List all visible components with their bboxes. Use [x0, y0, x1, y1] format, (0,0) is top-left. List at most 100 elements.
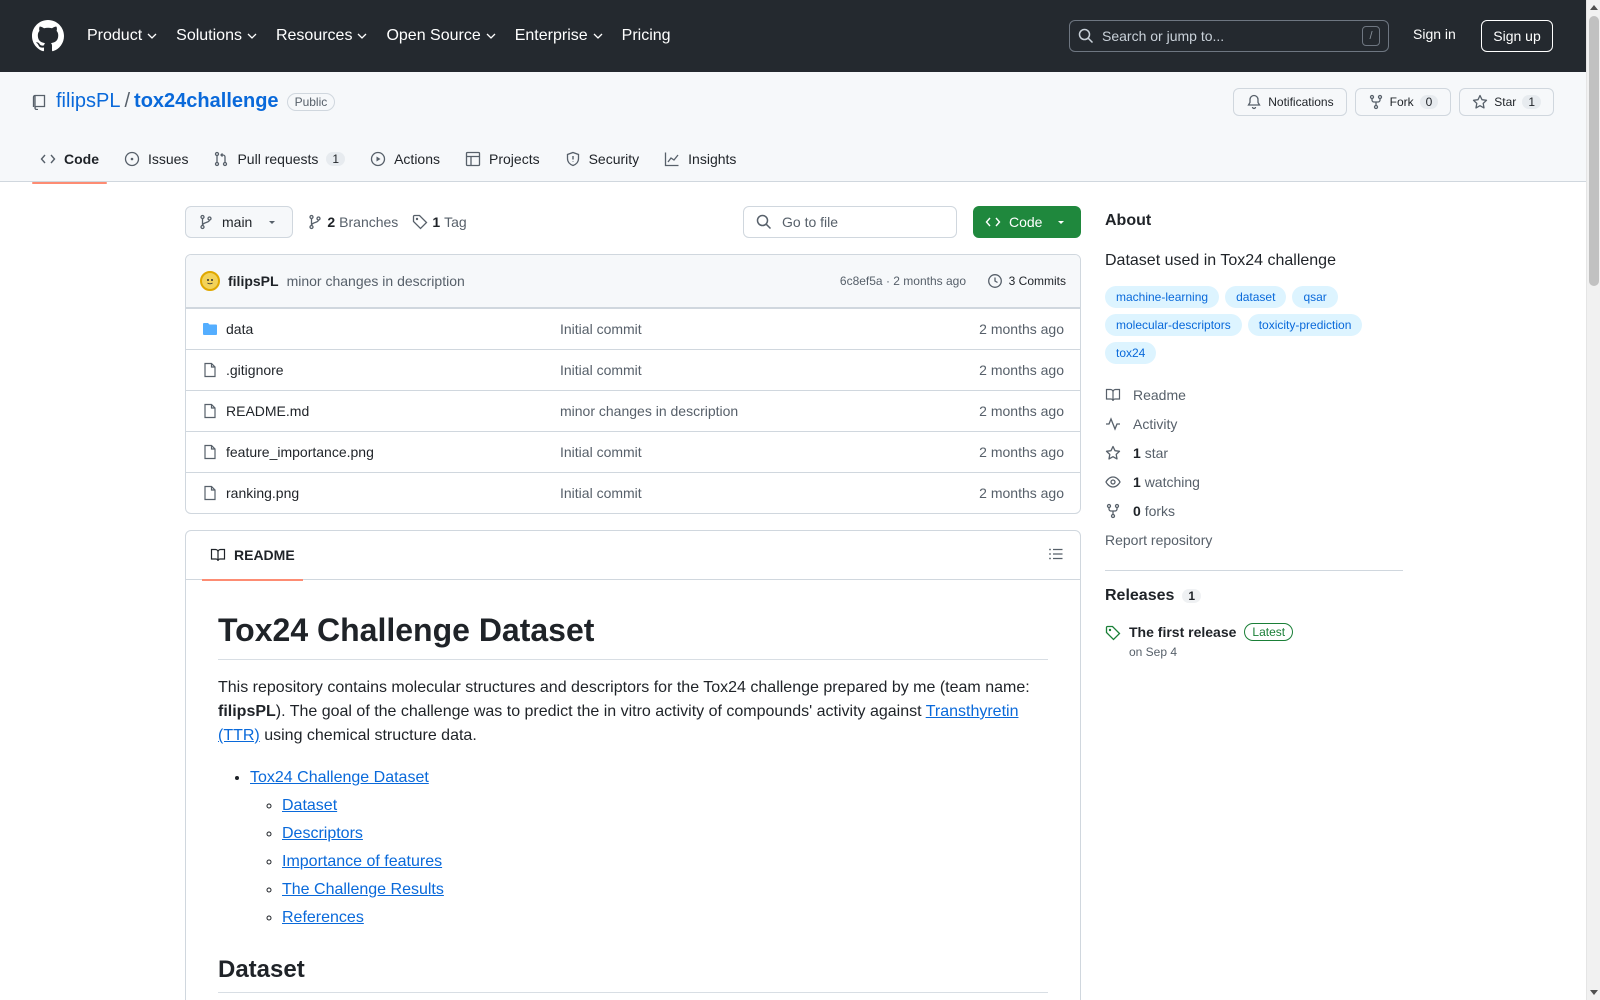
release-info: The first release Latest on Sep 4: [1129, 623, 1294, 659]
readme-link[interactable]: Readme: [1105, 380, 1403, 409]
watchers-link[interactable]: 1 watching: [1105, 467, 1403, 496]
notifications-button[interactable]: Notifications: [1233, 88, 1347, 116]
file-name-link[interactable]: data: [226, 321, 253, 337]
tab-projects-label: Projects: [489, 151, 540, 167]
toc-link-references[interactable]: References: [282, 909, 364, 926]
nav-solutions[interactable]: Solutions: [176, 27, 257, 45]
scroll-down-arrow-icon[interactable]: [1590, 990, 1598, 995]
repo-name-link[interactable]: tox24challenge: [134, 90, 279, 113]
nav-product[interactable]: Product: [87, 27, 157, 45]
topic-tag[interactable]: qsar: [1292, 286, 1338, 308]
branches-link[interactable]: 2 Branches: [307, 214, 398, 230]
toc-link-dataset[interactable]: Dataset: [282, 797, 337, 814]
tab-pull-requests[interactable]: Pull requests 1: [205, 135, 353, 183]
stars-link[interactable]: 1 star: [1105, 438, 1403, 467]
tab-security-label: Security: [588, 151, 640, 167]
tab-code[interactable]: Code: [32, 135, 107, 184]
tab-security[interactable]: Security: [557, 135, 648, 183]
nav-resources-label: Resources: [275, 27, 353, 44]
fork-button[interactable]: Fork 0: [1354, 88, 1452, 116]
release-date: on Sep 4: [1129, 645, 1178, 659]
tab-actions[interactable]: Actions: [362, 135, 448, 183]
scrollbar-thumb[interactable]: [1589, 16, 1599, 286]
file-row[interactable]: feature_importance.png Initial commit 2 …: [186, 431, 1080, 472]
nav-pricing[interactable]: Pricing: [622, 27, 671, 45]
toc-link-results[interactable]: The Challenge Results: [282, 881, 444, 898]
file-name-link[interactable]: .gitignore: [226, 362, 284, 378]
file-row[interactable]: README.md minor changes in description 2…: [186, 390, 1080, 431]
repo-owner-link[interactable]: filipsPL: [56, 90, 120, 113]
commit-message-link[interactable]: minor changes in description: [287, 273, 465, 289]
global-search-input[interactable]: Search or jump to... /: [1069, 20, 1389, 52]
file-commit-message[interactable]: Initial commit: [560, 444, 642, 460]
sign-in-link[interactable]: Sign in: [1413, 26, 1456, 42]
topic-tag[interactable]: machine-learning: [1105, 286, 1220, 308]
go-to-file-input[interactable]: Go to file: [743, 206, 957, 238]
file-commit-message[interactable]: Initial commit: [560, 485, 642, 501]
activity-link[interactable]: Activity: [1105, 409, 1403, 438]
page-scrollbar[interactable]: [1586, 0, 1600, 1000]
toc-link-main[interactable]: Tox24 Challenge Dataset: [250, 769, 429, 786]
tags-link[interactable]: 1 Tag: [412, 214, 467, 230]
sign-up-button[interactable]: Sign up: [1481, 20, 1553, 52]
shield-icon: [566, 151, 579, 167]
go-to-file-placeholder: Go to file: [782, 214, 839, 230]
code-dropdown-button[interactable]: Code: [973, 206, 1081, 238]
topics-list: machine-learning dataset qsar molecular-…: [1105, 286, 1403, 364]
toc-link-importance[interactable]: Importance of features: [282, 853, 442, 870]
file-name-link[interactable]: README.md: [226, 403, 309, 419]
commit-author-link[interactable]: filipsPL: [228, 273, 279, 289]
topic-tag[interactable]: toxicity-prediction: [1247, 314, 1363, 336]
file-row[interactable]: ranking.png Initial commit 2 months ago: [186, 472, 1080, 513]
release-title-row: The first release Latest: [1129, 623, 1294, 641]
file-commit-message[interactable]: Initial commit: [560, 321, 642, 337]
star-button[interactable]: Star 1: [1459, 88, 1554, 116]
file-name-link[interactable]: ranking.png: [226, 485, 299, 501]
scroll-up-arrow-icon[interactable]: [1590, 5, 1598, 10]
file-commit-message[interactable]: Initial commit: [560, 362, 642, 378]
tab-insights[interactable]: Insights: [656, 135, 744, 183]
avatar[interactable]: [200, 271, 220, 291]
fork-counter: 0: [1419, 95, 1439, 109]
repo-path-separator: /: [124, 90, 131, 112]
topic-tag[interactable]: molecular-descriptors: [1105, 314, 1242, 336]
book-icon: [1105, 388, 1121, 401]
forks-count: 0: [1133, 502, 1141, 519]
play-icon: [370, 151, 386, 167]
topic-tag[interactable]: dataset: [1225, 286, 1287, 308]
nav-enterprise[interactable]: Enterprise: [515, 27, 603, 45]
toc-link-descriptors[interactable]: Descriptors: [282, 825, 363, 842]
bell-icon: [1247, 94, 1261, 110]
branch-icon: [309, 214, 322, 230]
tab-projects[interactable]: Projects: [457, 135, 548, 183]
fork-label: Fork: [1389, 95, 1414, 109]
release-title[interactable]: The first release: [1129, 624, 1236, 640]
branch-selector[interactable]: main: [185, 206, 294, 238]
topic-tag[interactable]: tox24: [1105, 342, 1157, 364]
github-logo-icon[interactable]: [32, 20, 64, 52]
release-item[interactable]: The first release Latest on Sep 4: [1105, 623, 1403, 659]
file-name-link[interactable]: feature_importance.png: [226, 444, 374, 460]
watchers-count: 1: [1133, 473, 1141, 490]
nav-open-source[interactable]: Open Source: [386, 27, 496, 45]
file-age: 2 months ago: [979, 444, 1064, 460]
history-icon: [987, 274, 1002, 288]
releases-heading[interactable]: Releases 1: [1105, 587, 1403, 605]
commits-link[interactable]: 3 Commits: [987, 273, 1066, 289]
list-icon[interactable]: [1048, 546, 1064, 562]
caret-down-icon: [1058, 221, 1064, 224]
commit-hash-age[interactable]: 6c8ef5a · 2 months ago: [840, 274, 966, 288]
file-row[interactable]: .gitignore Initial commit 2 months ago: [186, 349, 1080, 390]
list-item: References: [282, 904, 1048, 932]
forks-link[interactable]: 0 forks: [1105, 496, 1403, 525]
report-repository-link[interactable]: Report repository: [1105, 525, 1403, 554]
pull-requests-counter: 1: [326, 152, 346, 166]
readme-tab[interactable]: README: [202, 531, 303, 581]
file-commit-message[interactable]: minor changes in description: [560, 403, 738, 419]
issue-icon: [124, 151, 140, 167]
file-row[interactable]: data Initial commit 2 months ago: [186, 308, 1080, 349]
tab-issues[interactable]: Issues: [116, 135, 196, 183]
forks-label: forks: [1144, 502, 1176, 519]
nav-resources[interactable]: Resources: [276, 27, 367, 45]
book-icon: [210, 548, 226, 562]
